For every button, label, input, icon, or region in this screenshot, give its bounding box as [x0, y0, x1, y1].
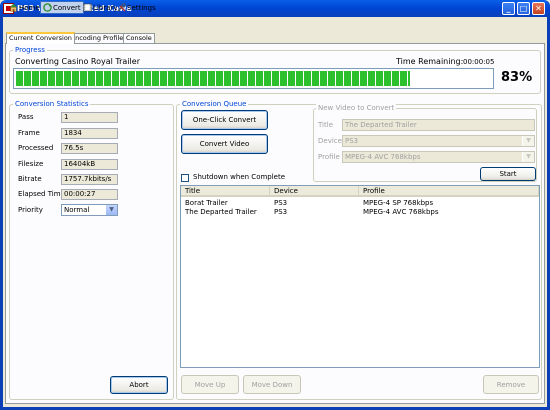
new-video-title-input[interactable]: The Departed Trailer [342, 119, 535, 131]
table-row[interactable]: Borat Trailer PS3 MPEG-4 SP 768kbps [181, 199, 539, 208]
chevron-down-icon: ▼ [522, 152, 534, 162]
convert-icon [43, 3, 52, 12]
stats-bitrate-label: Bitrate [18, 175, 42, 183]
start-button[interactable]: Start [480, 167, 536, 181]
new-video-device-label: Device [318, 137, 342, 145]
column-header-profile[interactable]: Profile [359, 186, 539, 197]
column-header-title[interactable]: Title [181, 186, 270, 197]
time-remaining-value: 00:00:05 [463, 58, 495, 66]
row-device: PS3 [274, 199, 288, 207]
close-button[interactable]: ✕ [532, 2, 545, 15]
priority-select-value: Normal [64, 206, 90, 214]
new-video-device-select[interactable]: PS3 ▼ [342, 135, 535, 147]
new-video-profile-label: Profile [318, 153, 340, 161]
remove-button[interactable]: Remove [483, 375, 539, 394]
toolbar-settings-button[interactable]: Settings [114, 1, 159, 14]
stats-elapsed-value: 00:00:27 [61, 189, 118, 200]
settings-icon [117, 3, 126, 12]
convert-video-button[interactable]: Convert Video [181, 134, 268, 154]
new-video-profile-select[interactable]: MPEG-4 AVC 768kbps ▼ [342, 151, 535, 163]
queue-group-label: Conversion Queue [180, 100, 249, 108]
stats-filesize-value: 16404kB [61, 159, 118, 170]
home-icon [9, 3, 18, 12]
library-icon [83, 3, 92, 12]
progress-bar [13, 68, 494, 89]
new-video-device-value: PS3 [345, 137, 359, 145]
new-video-profile-value: MPEG-4 AVC 768kbps [345, 153, 421, 161]
progress-status-text: Converting Casino Royal Trailer [15, 57, 140, 66]
toolbar [3, 17, 547, 32]
toolbar-settings-label: Settings [127, 3, 156, 12]
move-up-button[interactable]: Move Up [181, 375, 239, 394]
time-remaining-label: Time Remaining: [396, 57, 464, 66]
stats-pass-value: 1 [61, 112, 118, 123]
table-row[interactable]: The Departed Trailer PS3 MPEG-4 AVC 768k… [181, 208, 539, 217]
move-down-button[interactable]: Move Down [243, 375, 301, 394]
stats-frame-value: 1834 [61, 128, 118, 139]
row-profile: MPEG-4 SP 768kbps [363, 199, 434, 207]
stats-elapsed-label: Elapsed Time [18, 190, 65, 198]
chevron-down-icon: ▼ [105, 205, 117, 215]
tab-encoding-profiles[interactable]: Encoding Profiles [68, 33, 130, 43]
queue-list[interactable]: Title Device Profile Borat Trailer PS3 M… [180, 185, 540, 368]
abort-button[interactable]: Abort [110, 376, 168, 394]
row-title: The Departed Trailer [185, 208, 257, 216]
stats-group-label: Conversion Statistics [13, 100, 91, 108]
tab-current-conversion[interactable]: Current Conversion [6, 32, 75, 44]
stats-filesize-label: Filesize [18, 160, 44, 168]
progress-bar-fill [16, 71, 411, 86]
window-frame-left [0, 17, 3, 410]
toolbar-home-label: Home [19, 3, 40, 12]
minimize-button[interactable]: _ [502, 2, 515, 15]
maximize-button[interactable]: □ [517, 2, 530, 15]
row-title: Borat Trailer [185, 199, 228, 207]
stats-processed-label: Processed [18, 144, 54, 152]
stats-frame-label: Frame [18, 129, 40, 137]
new-video-group-label: New Video to Convert [316, 104, 397, 112]
row-device: PS3 [274, 208, 288, 216]
toolbar-convert-button[interactable]: Convert [40, 1, 84, 14]
tab-console[interactable]: Console [123, 33, 155, 43]
progress-group-label: Progress [13, 46, 47, 54]
stats-bitrate-value: 1757.7kbits/s [61, 174, 118, 185]
stats-processed-value: 76.5s [61, 143, 118, 154]
new-video-title-label: Title [318, 121, 334, 129]
toolbar-home-button[interactable]: Home [6, 1, 43, 14]
priority-select[interactable]: Normal ▼ [61, 204, 118, 216]
priority-label: Priority [18, 206, 43, 214]
toolbar-convert-label: Convert [53, 3, 81, 12]
column-header-device[interactable]: Device [270, 186, 359, 197]
stats-pass-label: Pass [18, 113, 34, 121]
shutdown-label[interactable]: Shutdown when Complete [193, 173, 285, 182]
chevron-down-icon: ▼ [522, 136, 534, 146]
one-click-convert-button[interactable]: One-Click Convert [181, 110, 268, 130]
row-profile: MPEG-4 AVC 768kbps [363, 208, 439, 216]
progress-percent: 83% [501, 70, 533, 85]
shutdown-checkbox[interactable] [181, 174, 189, 182]
